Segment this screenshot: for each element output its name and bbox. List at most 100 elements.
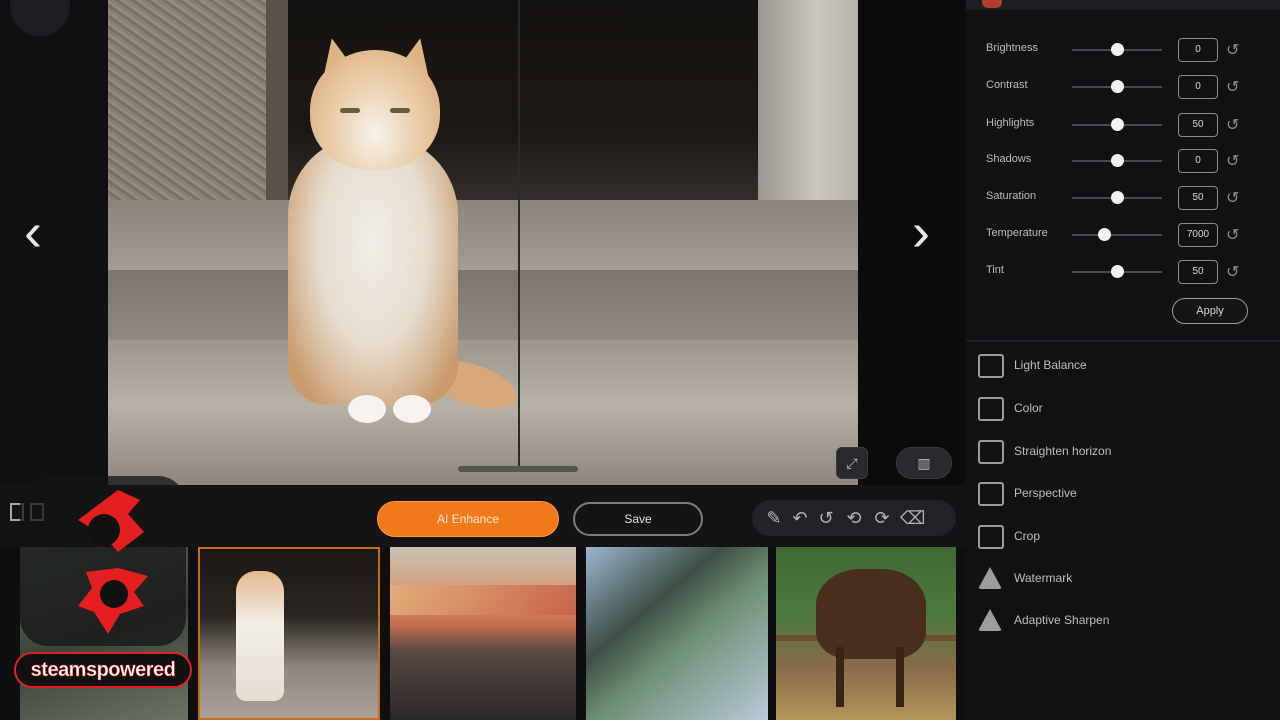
adjustment-row: Contrast 0 ↺ — [986, 75, 1256, 99]
undo-all-icon[interactable]: ↺ — [814, 506, 838, 530]
adjustment-label: Temperature — [986, 227, 1048, 239]
thumbnail-tree[interactable] — [586, 547, 768, 720]
reset-icon[interactable]: ↺ — [1226, 115, 1239, 135]
panel-divider — [966, 340, 1280, 342]
reset-icon[interactable]: ↺ — [1226, 40, 1239, 60]
adjustment-row: Tint 50 ↺ — [986, 260, 1256, 284]
tool-item[interactable]: Color — [978, 393, 1268, 425]
reset-icon[interactable]: ↺ — [1226, 77, 1239, 97]
adjustment-value-field[interactable]: 0 — [1178, 149, 1218, 173]
compare-split-handle[interactable] — [458, 466, 578, 472]
apply-button[interactable]: Apply — [1172, 298, 1248, 324]
cat-eye — [390, 108, 410, 113]
cat-paw — [348, 395, 386, 423]
tool-item[interactable]: Adaptive Sharpen — [978, 605, 1268, 637]
next-image-button[interactable]: › — [912, 205, 930, 259]
color-icon — [978, 397, 1004, 421]
adjustment-label: Highlights — [986, 117, 1035, 129]
thumbnail-horse[interactable] — [776, 547, 956, 720]
delete-icon[interactable]: ⌫ — [900, 506, 925, 530]
adjustment-value-field[interactable]: 0 — [1178, 75, 1218, 99]
adjustment-label: Brightness — [986, 42, 1038, 54]
panel-tab-indicator[interactable] — [982, 0, 1002, 8]
adjustment-label: Contrast — [986, 79, 1028, 91]
slider-knob[interactable] — [1097, 228, 1111, 241]
cat-head — [310, 50, 440, 170]
adjustment-value-field[interactable]: 50 — [1178, 113, 1218, 137]
undo-icon[interactable]: ↶ — [788, 506, 812, 530]
image-viewer[interactable] — [108, 0, 858, 485]
adjustment-label: Shadows — [986, 153, 1032, 165]
adjustment-row: Highlights 50 ↺ — [986, 113, 1256, 137]
cat-eye — [340, 108, 360, 113]
slider-knob[interactable] — [1111, 191, 1124, 204]
slider-knob[interactable] — [1111, 43, 1124, 56]
expand-icon: ⤢ — [846, 455, 858, 471]
edit-actions-group: ✎ ↶ ↺ ⟲ ⟳ ⌫ — [752, 500, 956, 536]
adjustment-row: Shadows 0 ↺ — [986, 149, 1256, 173]
adjustment-label: Saturation — [986, 190, 1037, 202]
tool-label: Color — [1014, 401, 1043, 415]
compare-split-line[interactable] — [518, 0, 520, 470]
adjustment-row: Temperature 7000 ↺ — [986, 223, 1256, 247]
slider-knob[interactable] — [1111, 118, 1124, 131]
crop-icon — [978, 525, 1004, 549]
photo-right-wall — [758, 0, 858, 210]
brush-icon[interactable]: ✎ — [762, 506, 786, 530]
tool-label: Crop — [1014, 529, 1041, 543]
fit-screen-button[interactable]: ⤢ — [836, 447, 868, 479]
ai-enhance-button[interactable]: AI Enhance — [377, 501, 559, 537]
split-view-icon: ▥ — [917, 455, 931, 471]
sharpen-icon — [978, 609, 1002, 631]
tool-label: Straighten horizon — [1014, 444, 1112, 458]
save-button[interactable]: Save — [573, 502, 703, 536]
compare-view-button[interactable]: ▥ — [896, 447, 952, 479]
rotate-left-icon[interactable]: ⟲ — [842, 506, 866, 530]
watermark-logo: steamspowered — [14, 476, 192, 690]
tool-label: Light Balance — [1014, 358, 1087, 372]
tool-item[interactable]: Crop — [978, 521, 1268, 553]
horse-leg — [836, 647, 844, 707]
tool-item[interactable]: Light Balance — [978, 350, 1268, 382]
adjustment-slider[interactable] — [1072, 234, 1162, 236]
adjustment-value-field[interactable]: 7000 — [1178, 223, 1218, 247]
photo-editor-app: ‹ › ⤢ ▥ Brightness 0 ↺ Contrast 0 ↺ Highlights… — [0, 0, 1280, 720]
window-control[interactable] — [10, 0, 70, 36]
thumbnail-sunset[interactable] — [390, 547, 576, 720]
photo-cat — [248, 34, 522, 440]
adjustments-panel: Brightness 0 ↺ Contrast 0 ↺ Highlights 50 ↺ Shado… — [966, 0, 1280, 720]
tool-item[interactable]: Watermark — [978, 563, 1268, 595]
perspective-icon — [978, 482, 1004, 506]
reset-icon[interactable]: ↺ — [1226, 188, 1239, 208]
reset-icon[interactable]: ↺ — [1226, 225, 1239, 245]
adjustment-value-field[interactable]: 0 — [1178, 38, 1218, 62]
gear-icon — [78, 490, 148, 634]
thumbnail-sunset-glow — [390, 585, 576, 615]
tool-label: Adaptive Sharpen — [1014, 613, 1110, 627]
slider-knob[interactable] — [1111, 265, 1124, 278]
reset-icon[interactable]: ↺ — [1226, 151, 1239, 171]
adjustment-row: Saturation 50 ↺ — [986, 186, 1256, 210]
horse-leg — [896, 647, 904, 707]
adjustment-value-field[interactable]: 50 — [1178, 186, 1218, 210]
watermark-icon — [978, 567, 1002, 589]
adjustment-value-field[interactable]: 50 — [1178, 260, 1218, 284]
straighten-icon — [978, 440, 1004, 464]
slider-knob[interactable] — [1111, 80, 1124, 93]
light-balance-icon — [978, 354, 1004, 378]
panel-header — [966, 0, 1280, 10]
adjustment-row: Brightness 0 ↺ — [986, 38, 1256, 62]
tool-item[interactable]: Straighten horizon — [978, 436, 1268, 468]
previous-image-button[interactable]: ‹ — [24, 205, 42, 259]
cat-paw — [393, 395, 431, 423]
logo-brand-text: steamspowered — [14, 652, 192, 688]
rotate-right-icon[interactable]: ⟳ — [870, 506, 894, 530]
slider-knob[interactable] — [1111, 154, 1124, 167]
thumbnail-horse-figure — [816, 569, 926, 659]
thumbnail-cat-figure — [236, 571, 284, 701]
tool-item[interactable]: Perspective — [978, 478, 1268, 510]
reset-icon[interactable]: ↺ — [1226, 262, 1239, 282]
tool-label: Perspective — [1014, 486, 1077, 500]
thumbnail-cat[interactable] — [198, 547, 380, 720]
cat-body — [288, 135, 458, 405]
